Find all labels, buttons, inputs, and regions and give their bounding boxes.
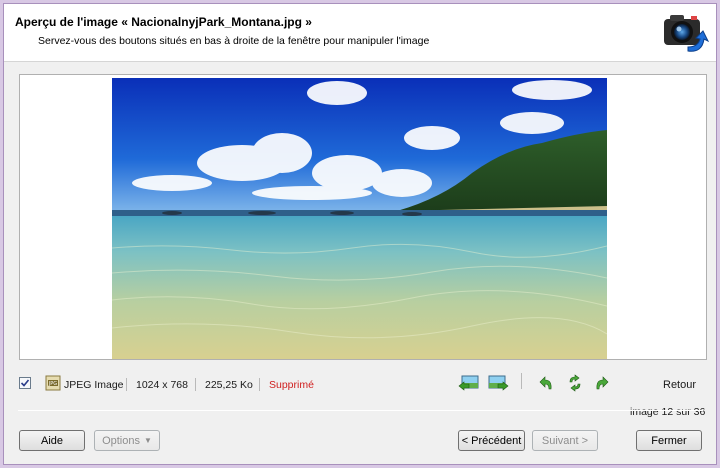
next-button-label: Suivant > bbox=[541, 434, 589, 447]
image-counter: image 12 sur 36 bbox=[630, 406, 706, 418]
keep-image-checkbox[interactable] bbox=[19, 377, 31, 389]
page-subtitle: Servez-vous des boutons situés en bas à … bbox=[38, 35, 430, 47]
file-type-label: JPEG Image bbox=[64, 379, 124, 391]
file-size: 225,25 Ko bbox=[205, 379, 253, 391]
divider bbox=[18, 410, 703, 411]
divider bbox=[126, 378, 127, 391]
image-preview-area bbox=[19, 74, 707, 360]
help-button-label: Aide bbox=[40, 434, 64, 447]
checkmark-icon bbox=[20, 379, 30, 387]
beach-photo bbox=[112, 78, 607, 359]
options-button-label: Options bbox=[102, 434, 140, 447]
previous-button[interactable]: < Précédent bbox=[458, 430, 525, 451]
jpeg-file-icon: JPG bbox=[45, 375, 61, 391]
camera-icon bbox=[664, 15, 710, 52]
wizard-header: Aperçu de l'image « NacionalnyjPark_Mont… bbox=[4, 4, 716, 62]
flip-icon[interactable] bbox=[567, 374, 583, 392]
options-button[interactable]: Options ▼ bbox=[94, 430, 160, 451]
image-info-bar: JPG JPEG Image 1024 x 768 225,25 Ko Supp… bbox=[4, 372, 716, 394]
help-button[interactable]: Aide bbox=[19, 430, 85, 451]
previous-image-icon[interactable] bbox=[458, 374, 480, 392]
toolbar-divider bbox=[521, 373, 522, 389]
close-button[interactable]: Fermer bbox=[636, 430, 702, 451]
dropdown-arrow-icon: ▼ bbox=[144, 436, 152, 445]
status-label: Supprimé bbox=[269, 379, 314, 391]
back-link[interactable]: Retour bbox=[663, 379, 696, 391]
svg-text:JPG: JPG bbox=[48, 381, 57, 387]
close-button-label: Fermer bbox=[651, 434, 687, 447]
image-dimensions: 1024 x 768 bbox=[136, 379, 188, 391]
previous-button-label: < Précédent bbox=[461, 434, 522, 447]
image-preview-window: Aperçu de l'image « NacionalnyjPark_Mont… bbox=[3, 3, 717, 465]
divider bbox=[195, 378, 196, 391]
rotate-right-icon[interactable] bbox=[593, 374, 609, 392]
next-button[interactable]: Suivant > bbox=[532, 430, 598, 451]
page-title: Aperçu de l'image « NacionalnyjPark_Mont… bbox=[15, 15, 312, 29]
next-image-icon[interactable] bbox=[487, 374, 509, 392]
rotate-left-icon[interactable] bbox=[539, 374, 555, 392]
divider bbox=[259, 378, 260, 391]
